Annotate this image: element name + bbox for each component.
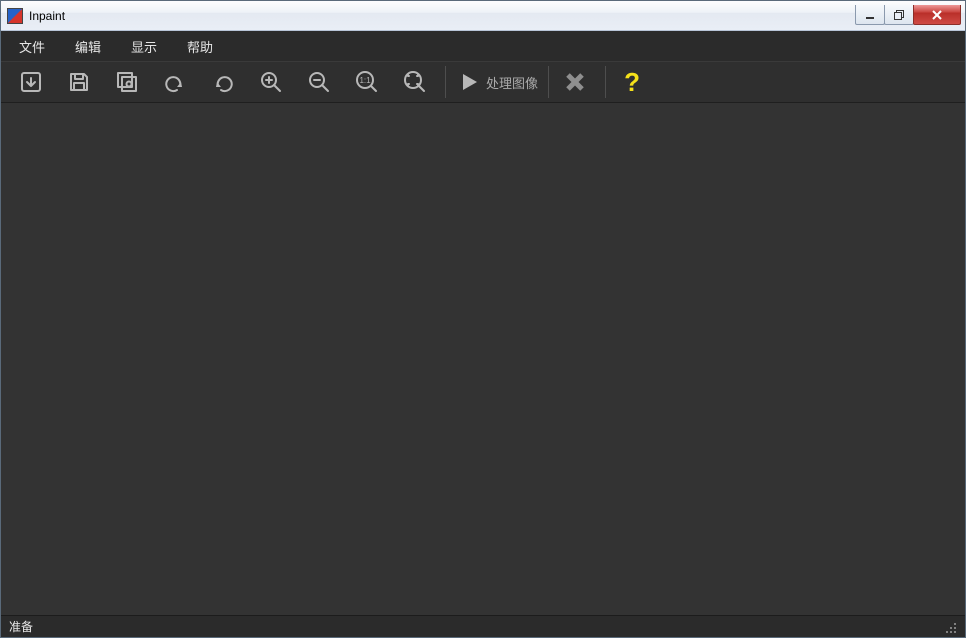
save-button[interactable] <box>61 64 97 100</box>
cancel-icon <box>564 71 586 93</box>
zoom-in-button[interactable] <box>253 64 289 100</box>
maximize-icon <box>893 9 905 21</box>
svg-text:1:1: 1:1 <box>359 76 371 85</box>
menu-edit[interactable]: 编辑 <box>65 31 121 62</box>
statusbar: 准备 <box>1 615 965 637</box>
minimize-button[interactable] <box>855 5 885 25</box>
toolbar-separator <box>605 66 606 98</box>
process-button[interactable]: 处理图像 <box>454 64 548 100</box>
app-icon <box>7 8 23 24</box>
menubar: 文件 编辑 显示 帮助 <box>1 31 965 61</box>
window-controls <box>856 5 961 25</box>
window-title: Inpaint <box>29 9 65 23</box>
redo-icon <box>211 70 235 94</box>
toolbar-separator <box>445 66 446 98</box>
status-text: 准备 <box>9 618 33 635</box>
zoom-actual-icon: 1:1 <box>354 70 380 94</box>
help-button[interactable]: ? <box>614 67 650 98</box>
help-icon: ? <box>624 67 640 97</box>
menu-file[interactable]: 文件 <box>9 31 65 62</box>
save-icon <box>67 70 91 94</box>
app-window: Inpaint 文件 编辑 显示 帮助 <box>0 0 966 638</box>
canvas-area[interactable] <box>1 103 965 615</box>
toolbar: 1:1 处理图像 ? <box>1 61 965 103</box>
zoom-fit-icon <box>402 70 428 94</box>
undo-button[interactable] <box>157 64 193 100</box>
zoom-out-button[interactable] <box>301 64 337 100</box>
close-icon <box>930 9 944 21</box>
redo-button[interactable] <box>205 64 241 100</box>
zoom-in-icon <box>259 70 283 94</box>
process-label: 处理图像 <box>486 73 538 92</box>
batch-icon <box>115 70 139 94</box>
titlebar: Inpaint <box>1 1 965 31</box>
zoom-actual-button[interactable]: 1:1 <box>349 64 385 100</box>
toolbar-separator <box>548 66 549 98</box>
batch-button[interactable] <box>109 64 145 100</box>
open-icon <box>19 70 43 94</box>
cancel-button[interactable] <box>557 64 593 100</box>
open-button[interactable] <box>13 64 49 100</box>
zoom-fit-button[interactable] <box>397 64 433 100</box>
minimize-icon <box>864 9 876 21</box>
menu-help[interactable]: 帮助 <box>177 31 233 62</box>
play-icon <box>458 71 480 93</box>
menu-view[interactable]: 显示 <box>121 31 177 62</box>
undo-icon <box>163 70 187 94</box>
resize-grip[interactable] <box>943 620 957 634</box>
zoom-out-icon <box>307 70 331 94</box>
close-button[interactable] <box>913 5 961 25</box>
maximize-button[interactable] <box>884 5 914 25</box>
